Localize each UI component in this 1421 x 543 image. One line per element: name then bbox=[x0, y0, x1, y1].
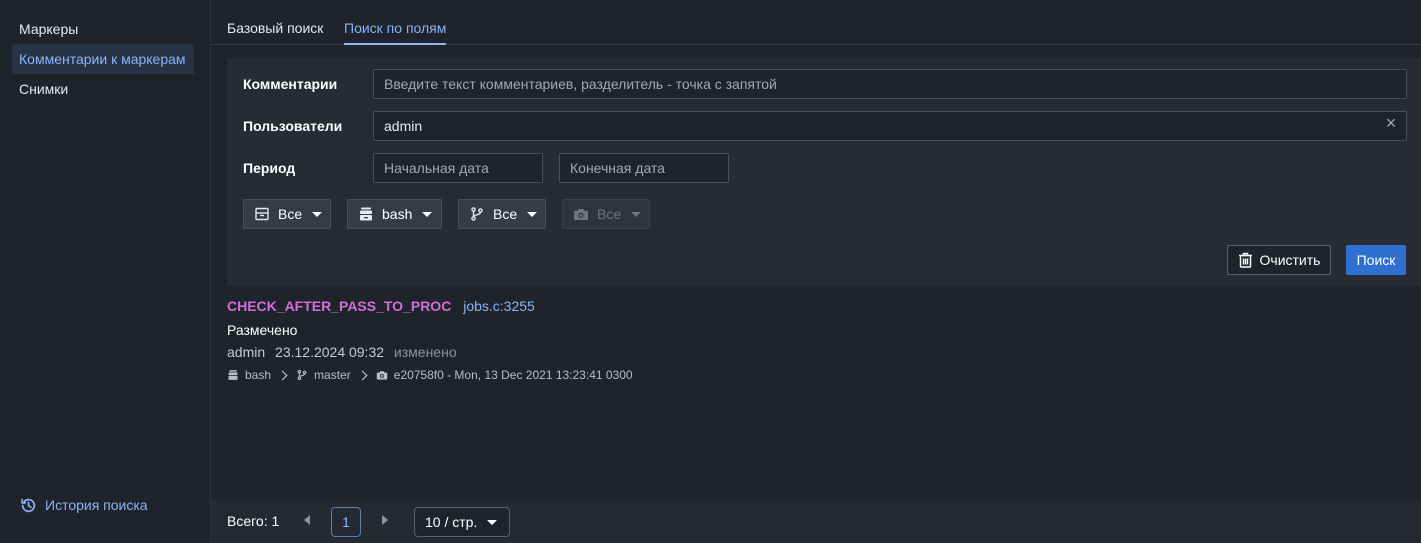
result-changed-label: изменено bbox=[393, 344, 457, 360]
snapshot-filter-value: Все bbox=[597, 206, 622, 222]
search-form-panel: Комментарии Пользователи × Период Все bbox=[227, 58, 1421, 286]
end-date-input[interactable] bbox=[559, 153, 729, 183]
archive-icon bbox=[254, 206, 270, 222]
search-history-label: История поиска bbox=[45, 497, 148, 513]
result-user: admin bbox=[227, 344, 266, 360]
branch-filter-value: Все bbox=[493, 206, 518, 222]
clear-users-icon[interactable]: × bbox=[1383, 114, 1399, 132]
project-filter-value: bash bbox=[382, 206, 413, 222]
database-icon bbox=[227, 369, 239, 381]
project-filter-dropdown[interactable]: bash bbox=[347, 199, 442, 229]
snapshot-filter-dropdown: Все bbox=[562, 199, 650, 229]
result-project: bash bbox=[245, 368, 272, 382]
marker-name[interactable]: CHECK_AFTER_PASS_TO_PROC bbox=[227, 298, 451, 314]
branch-icon bbox=[469, 206, 485, 222]
chevron-down-icon bbox=[312, 211, 323, 217]
chevron-right-icon bbox=[277, 370, 288, 380]
pagination-bar: Всего: 1 1 10 / стр. bbox=[211, 499, 1421, 543]
period-label: Период bbox=[243, 160, 296, 176]
database-icon bbox=[358, 206, 374, 222]
main-content: Базовый поиск Поиск по полям Комментарии… bbox=[211, 0, 1421, 543]
result-path-breadcrumb: bash master e20758f0 - Mon, 13 Dec 2021 … bbox=[227, 368, 633, 382]
result-snapshot: e20758f0 - Mon, 13 Dec 2021 13:23:41 030… bbox=[393, 368, 633, 382]
clear-button[interactable]: Очистить bbox=[1227, 245, 1331, 275]
chevron-down-icon bbox=[422, 211, 433, 217]
result-title: CHECK_AFTER_PASS_TO_PROC jobs.c:3255 bbox=[227, 298, 535, 314]
branch-filter-dropdown[interactable]: Все bbox=[458, 199, 546, 229]
next-page-icon[interactable] bbox=[382, 515, 388, 525]
history-icon bbox=[20, 497, 37, 514]
sidebar-item-snapshots[interactable]: Снимки bbox=[12, 74, 194, 104]
tab-field-search[interactable]: Поиск по полям bbox=[344, 20, 447, 45]
search-tabs: Базовый поиск Поиск по полям bbox=[211, 0, 1421, 45]
chevron-down-icon bbox=[527, 211, 538, 217]
users-input[interactable] bbox=[373, 111, 1407, 141]
trash-icon bbox=[1238, 252, 1253, 268]
result-status: Размечено bbox=[227, 322, 298, 338]
file-location-link[interactable]: jobs.c:3255 bbox=[463, 298, 535, 314]
sidebar: Маркеры Комментарии к маркерам Снимки Ис… bbox=[0, 0, 211, 543]
comments-input[interactable] bbox=[373, 69, 1407, 99]
search-button[interactable]: Поиск bbox=[1346, 245, 1406, 275]
status-filter-value: Все bbox=[278, 206, 303, 222]
prev-page-icon[interactable] bbox=[304, 515, 310, 525]
page-1-button[interactable]: 1 bbox=[331, 507, 361, 537]
tab-basic-search[interactable]: Базовый поиск bbox=[227, 20, 323, 45]
chevron-down-icon bbox=[631, 211, 642, 217]
status-filter-dropdown[interactable]: Все bbox=[243, 199, 331, 229]
comments-label: Комментарии bbox=[243, 76, 338, 92]
page-size-value: 10 / стр. bbox=[425, 514, 478, 530]
result-meta: admin 23.12.2024 09:32 изменено bbox=[227, 344, 457, 360]
sidebar-item-markers[interactable]: Маркеры bbox=[12, 14, 194, 44]
start-date-input[interactable] bbox=[373, 153, 543, 183]
branch-icon bbox=[296, 369, 308, 381]
users-label: Пользователи bbox=[243, 118, 343, 134]
camera-icon bbox=[573, 206, 589, 222]
page-size-select[interactable]: 10 / стр. bbox=[414, 507, 510, 537]
chevron-down-icon bbox=[487, 519, 498, 525]
total-count: Всего: 1 bbox=[227, 513, 280, 529]
camera-icon bbox=[376, 369, 388, 381]
result-branch: master bbox=[314, 368, 351, 382]
chevron-right-icon bbox=[357, 370, 368, 380]
clear-button-label: Очистить bbox=[1259, 252, 1321, 268]
result-date: 23.12.2024 09:32 bbox=[275, 344, 385, 360]
search-history-link[interactable]: История поиска bbox=[20, 494, 148, 516]
sidebar-item-marker-comments[interactable]: Комментарии к маркерам bbox=[12, 44, 194, 74]
